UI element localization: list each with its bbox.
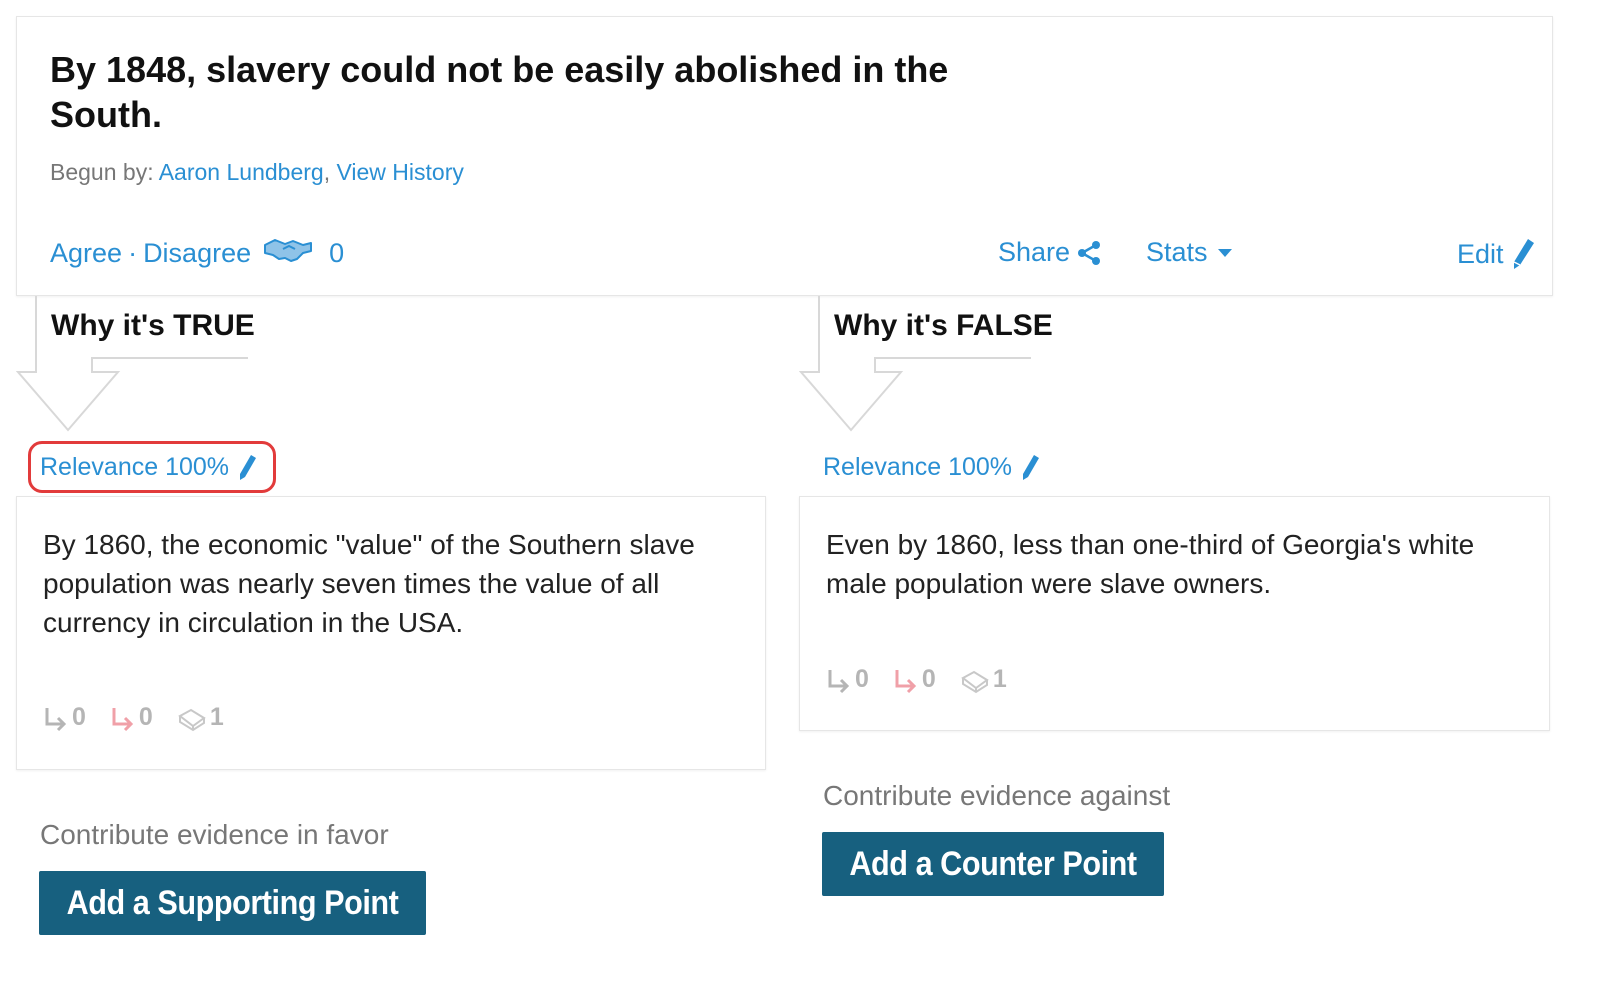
agree-link[interactable]: Agree xyxy=(50,238,122,269)
supporting-count-value: 0 xyxy=(72,703,86,731)
share-icon xyxy=(1076,240,1102,266)
false-relevance[interactable]: Relevance 100% xyxy=(823,453,1040,482)
sources-count-value: 1 xyxy=(992,665,1007,693)
share-label: Share xyxy=(998,237,1071,267)
agree-dot-separator: · xyxy=(128,238,138,268)
false-column-heading: Why it's FALSE xyxy=(834,309,1053,342)
sources-count[interactable]: 1 xyxy=(960,665,1007,694)
true-point-card[interactable]: By 1860, the economic "value" of the Sou… xyxy=(16,496,766,770)
reply-arrow-icon xyxy=(893,668,922,694)
contribute-in-favor-label: Contribute evidence in favor xyxy=(40,819,389,850)
handshake-icon xyxy=(263,237,313,270)
true-column-heading: Why it's TRUE xyxy=(51,309,255,342)
disagree-link[interactable]: Disagree xyxy=(143,238,251,269)
supporting-count-value: 0 xyxy=(855,665,869,693)
reply-arrow-icon xyxy=(43,706,72,732)
claim-title: By 1848, slavery could not be easily abo… xyxy=(50,49,949,135)
share-button[interactable]: Share xyxy=(998,237,1102,268)
reply-arrow-icon xyxy=(826,668,855,694)
sources-count-value: 1 xyxy=(209,703,224,731)
counter-count-value: 0 xyxy=(138,703,153,731)
false-point-card[interactable]: Even by 1860, less than one-third of Geo… xyxy=(799,496,1550,731)
false-point-text: Even by 1860, less than one-third of Geo… xyxy=(826,529,1475,599)
stats-dropdown[interactable]: Stats xyxy=(1146,237,1232,268)
true-relevance-label: Relevance 100% xyxy=(40,453,230,481)
sources-count[interactable]: 1 xyxy=(177,703,224,732)
book-icon xyxy=(177,706,210,732)
counter-count[interactable]: 0 xyxy=(110,703,153,732)
supporting-count[interactable]: 0 xyxy=(43,703,86,732)
agree-disagree-bar: Agree · Disagree 0 xyxy=(50,237,344,270)
edit-label: Edit xyxy=(1457,238,1504,269)
true-point-counters: 0 0 1 xyxy=(43,703,248,732)
begun-by-label: Begun by: xyxy=(50,159,154,185)
pencil-icon xyxy=(237,454,257,482)
author-separator: , xyxy=(323,159,331,185)
pencil-icon xyxy=(1510,237,1536,271)
edit-button[interactable]: Edit xyxy=(1457,237,1536,271)
pencil-icon xyxy=(1020,454,1040,482)
begun-by: Begun by: Aaron Lundberg, View History xyxy=(50,159,464,186)
agree-count: 0 xyxy=(329,238,345,268)
counter-count-value: 0 xyxy=(921,665,936,693)
stats-label: Stats xyxy=(1146,237,1208,267)
add-supporting-point-button[interactable]: Add a Supporting Point xyxy=(39,871,426,935)
author-link[interactable]: Aaron Lundberg xyxy=(159,159,324,185)
supporting-count[interactable]: 0 xyxy=(826,665,869,694)
contribute-against-label: Contribute evidence against xyxy=(823,780,1171,811)
book-icon xyxy=(960,668,993,694)
caret-down-icon xyxy=(1217,248,1232,258)
false-relevance-label: Relevance 100% xyxy=(823,453,1013,481)
counter-count[interactable]: 0 xyxy=(893,665,936,694)
true-relevance[interactable]: Relevance 100% xyxy=(40,453,257,482)
false-point-counters: 0 0 1 xyxy=(826,665,1031,694)
reply-arrow-icon xyxy=(110,706,139,732)
view-history-link[interactable]: View History xyxy=(336,159,463,185)
true-point-text: By 1860, the economic "value" of the Sou… xyxy=(43,529,695,638)
add-counter-point-button[interactable]: Add a Counter Point xyxy=(822,832,1164,896)
claim-card: By 1848, slavery could not be easily abo… xyxy=(16,16,1553,296)
